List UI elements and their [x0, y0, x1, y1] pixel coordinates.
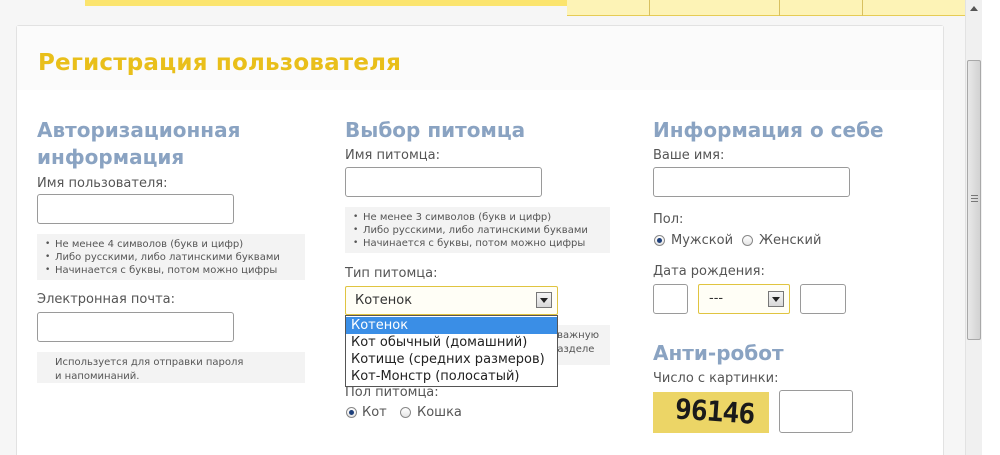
pet-name-hints: Не менее 3 символов (букв и цифр) Либо р… — [345, 207, 610, 253]
chevron-down-icon[interactable] — [536, 292, 552, 308]
username-hints: Не менее 4 символов (букв и цифр) Либо р… — [37, 234, 305, 280]
dropdown-option[interactable]: Котенок — [346, 317, 557, 334]
hint-item: Не менее 4 символов (букв и цифр) — [45, 238, 305, 251]
captcha-input[interactable] — [779, 390, 853, 433]
chevron-down-icon[interactable] — [768, 291, 784, 307]
email-label: Электронная почта: — [37, 292, 175, 307]
pet-type-selected: Котенок — [355, 293, 413, 308]
pet-type-dropdown[interactable]: Котенок Кот обычный (домашний) Котище (с… — [345, 315, 558, 387]
your-name-label: Ваше имя: — [653, 148, 725, 163]
pet-section-title: Выбор питомца — [345, 118, 526, 142]
captcha-label: Число с картинки: — [653, 371, 779, 386]
scroll-up-icon[interactable] — [966, 0, 983, 17]
username-label: Имя пользователя: — [37, 176, 168, 191]
hint-item: Не менее 3 символов (букв и цифр) — [353, 211, 610, 224]
hint-item: Либо русскими, либо латинскими буквами — [353, 224, 610, 237]
top-tabs — [567, 0, 965, 16]
birth-month-value: --- — [709, 291, 724, 306]
pet-gender-label-female: Кошка — [417, 405, 462, 420]
vertical-scrollbar[interactable] — [965, 0, 982, 455]
pet-gender-label-male: Кот — [362, 405, 387, 420]
top-tab-divider — [862, 0, 863, 16]
birth-day-input[interactable] — [653, 284, 688, 314]
captcha-image: 96146 — [653, 392, 769, 433]
dropdown-option[interactable]: Кот обычный (домашний) — [346, 334, 557, 351]
dropdown-option[interactable]: Котище (средних размеров) — [346, 351, 557, 368]
birth-year-input[interactable] — [800, 284, 846, 314]
email-hint: Используется для отправки пароля и напом… — [37, 352, 305, 383]
gender-label: Пол: — [653, 212, 684, 227]
page-title: Регистрация пользователя — [38, 50, 402, 76]
grip-line — [971, 195, 978, 196]
email-input[interactable] — [37, 312, 234, 342]
auth-section-title: Авторизационная информация — [37, 118, 241, 169]
gender-label-male: Мужской — [671, 233, 734, 248]
gender-label-female: Женский — [759, 233, 822, 248]
dropdown-option[interactable]: Кот-Монстр (полосатый) — [346, 368, 557, 385]
top-tab-divider — [649, 0, 650, 16]
pet-type-select[interactable]: Котенок — [345, 286, 558, 315]
top-tab-divider — [779, 0, 780, 16]
pet-gender-label: Пол питомца: — [345, 385, 439, 400]
pet-type-label: Тип питомца: — [345, 266, 438, 281]
hint-item: Начинается с буквы, потом можно цифры — [353, 237, 610, 250]
window-edge — [982, 0, 1000, 455]
scroll-thumb[interactable] — [967, 60, 981, 340]
grip-line — [971, 201, 978, 202]
birth-date-label: Дата рождения: — [653, 264, 765, 279]
grip-line — [971, 198, 978, 199]
hint-item: Начинается с буквы, потом можно цифры — [45, 264, 305, 277]
pet-name-input[interactable] — [345, 167, 542, 197]
birth-month-select[interactable]: --- — [698, 284, 790, 314]
username-input[interactable] — [37, 194, 234, 224]
pet-name-label: Имя питомца: — [345, 148, 440, 163]
about-section-title: Информация о себе — [653, 118, 884, 142]
gender-radio-male[interactable] — [654, 235, 665, 246]
antirobot-title: Анти-робот — [653, 341, 784, 365]
hint-item: Либо русскими, либо латинскими буквами — [45, 251, 305, 264]
gender-radio-female[interactable] — [742, 235, 753, 246]
your-name-input[interactable] — [653, 167, 850, 197]
pet-gender-radio-female[interactable] — [400, 407, 411, 418]
pet-gender-radio-male[interactable] — [346, 407, 357, 418]
captcha-text: 96146 — [673, 392, 756, 431]
